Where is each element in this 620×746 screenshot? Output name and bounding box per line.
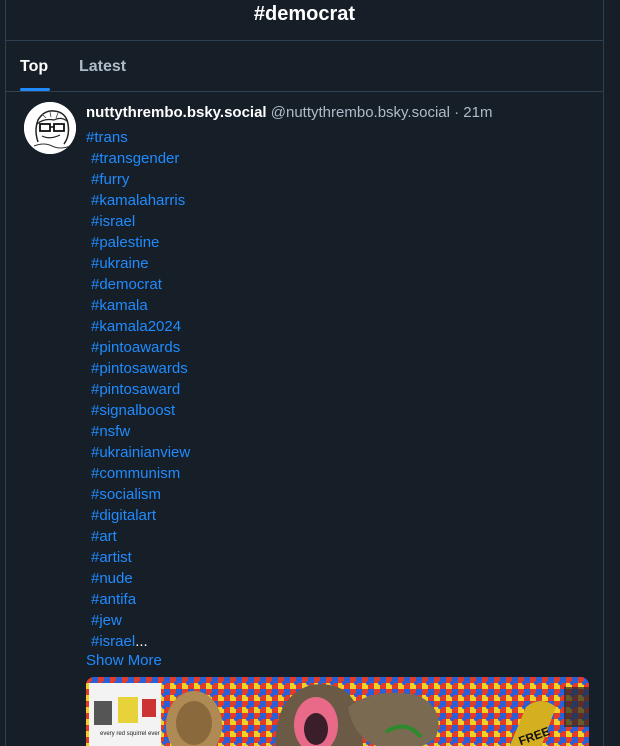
hashtag-link[interactable]: #digitalart	[86, 505, 586, 526]
collage-image-icon: every red squirrel ever FREE	[86, 677, 589, 746]
hashtag-link[interactable]: #ukraine	[86, 253, 586, 274]
hashtag-link[interactable]: #ukrainianview	[86, 442, 586, 463]
app-window: #democrat Top Latest nuttythrembo.bsky.s…	[0, 0, 620, 746]
show-more-link[interactable]: Show More	[86, 652, 162, 669]
hashtag-link[interactable]: #artist	[86, 547, 586, 568]
hashtag-link[interactable]: #kamala2024	[86, 316, 586, 337]
post-time[interactable]: 21m	[463, 104, 492, 121]
hashtag-link[interactable]: #pintosawards	[86, 358, 586, 379]
hashtag-link[interactable]: #nsfw	[86, 421, 586, 442]
hashtag-link[interactable]: #kamalaharris	[86, 190, 586, 211]
active-tab-indicator	[20, 88, 50, 91]
page-header: #democrat	[6, 0, 603, 41]
hashtag-link[interactable]: #nude	[86, 568, 586, 589]
hashtag-link[interactable]: #kamala	[86, 295, 586, 316]
hashtag-link[interactable]: #signalboost	[86, 400, 586, 421]
main-column: #democrat Top Latest nuttythrembo.bsky.s…	[5, 0, 604, 746]
hashtag-link[interactable]: #socialism	[86, 484, 586, 505]
meta-separator: ·	[449, 104, 464, 121]
tab-top[interactable]: Top	[20, 58, 48, 76]
post-text: #trans #transgender #furry #kamalaharris…	[86, 127, 586, 652]
post-image[interactable]: every red squirrel ever FREE	[86, 677, 589, 746]
avatar-sketch-icon	[24, 102, 76, 154]
hashtag-link[interactable]: #palestine	[86, 232, 586, 253]
truncation-ellipsis: ...	[135, 633, 148, 650]
hashtag-link[interactable]: #democrat	[86, 274, 586, 295]
hashtag-link[interactable]: #antifa	[86, 589, 586, 610]
hashtag-link[interactable]: #israel	[86, 211, 586, 232]
post-handle[interactable]: @nuttythrembo.bsky.social	[271, 104, 450, 121]
hashtag-line-truncated: #israel...	[86, 631, 586, 652]
feed-tabs: Top Latest	[6, 41, 603, 92]
page-title: #democrat	[253, 3, 356, 25]
tab-latest[interactable]: Latest	[79, 58, 126, 76]
hashtag-link[interactable]: #pintoawards	[86, 337, 586, 358]
hashtag-link[interactable]: #trans	[86, 127, 586, 148]
hashtag-link[interactable]: #art	[86, 526, 586, 547]
post-meta: nuttythrembo.bsky.social @nuttythrembo.b…	[86, 104, 492, 121]
hashtag-link[interactable]: #transgender	[86, 148, 586, 169]
image-caption-text: every red squirrel ever	[100, 731, 160, 737]
avatar[interactable]	[24, 102, 76, 154]
display-name[interactable]: nuttythrembo.bsky.social	[86, 104, 267, 121]
hashtag-link[interactable]: #furry	[86, 169, 586, 190]
hashtag-link[interactable]: #pintosaward	[86, 379, 586, 400]
hashtag-link[interactable]: #jew	[86, 610, 586, 631]
hashtag-link[interactable]: #communism	[86, 463, 586, 484]
hashtag-link[interactable]: #israel	[91, 633, 135, 650]
